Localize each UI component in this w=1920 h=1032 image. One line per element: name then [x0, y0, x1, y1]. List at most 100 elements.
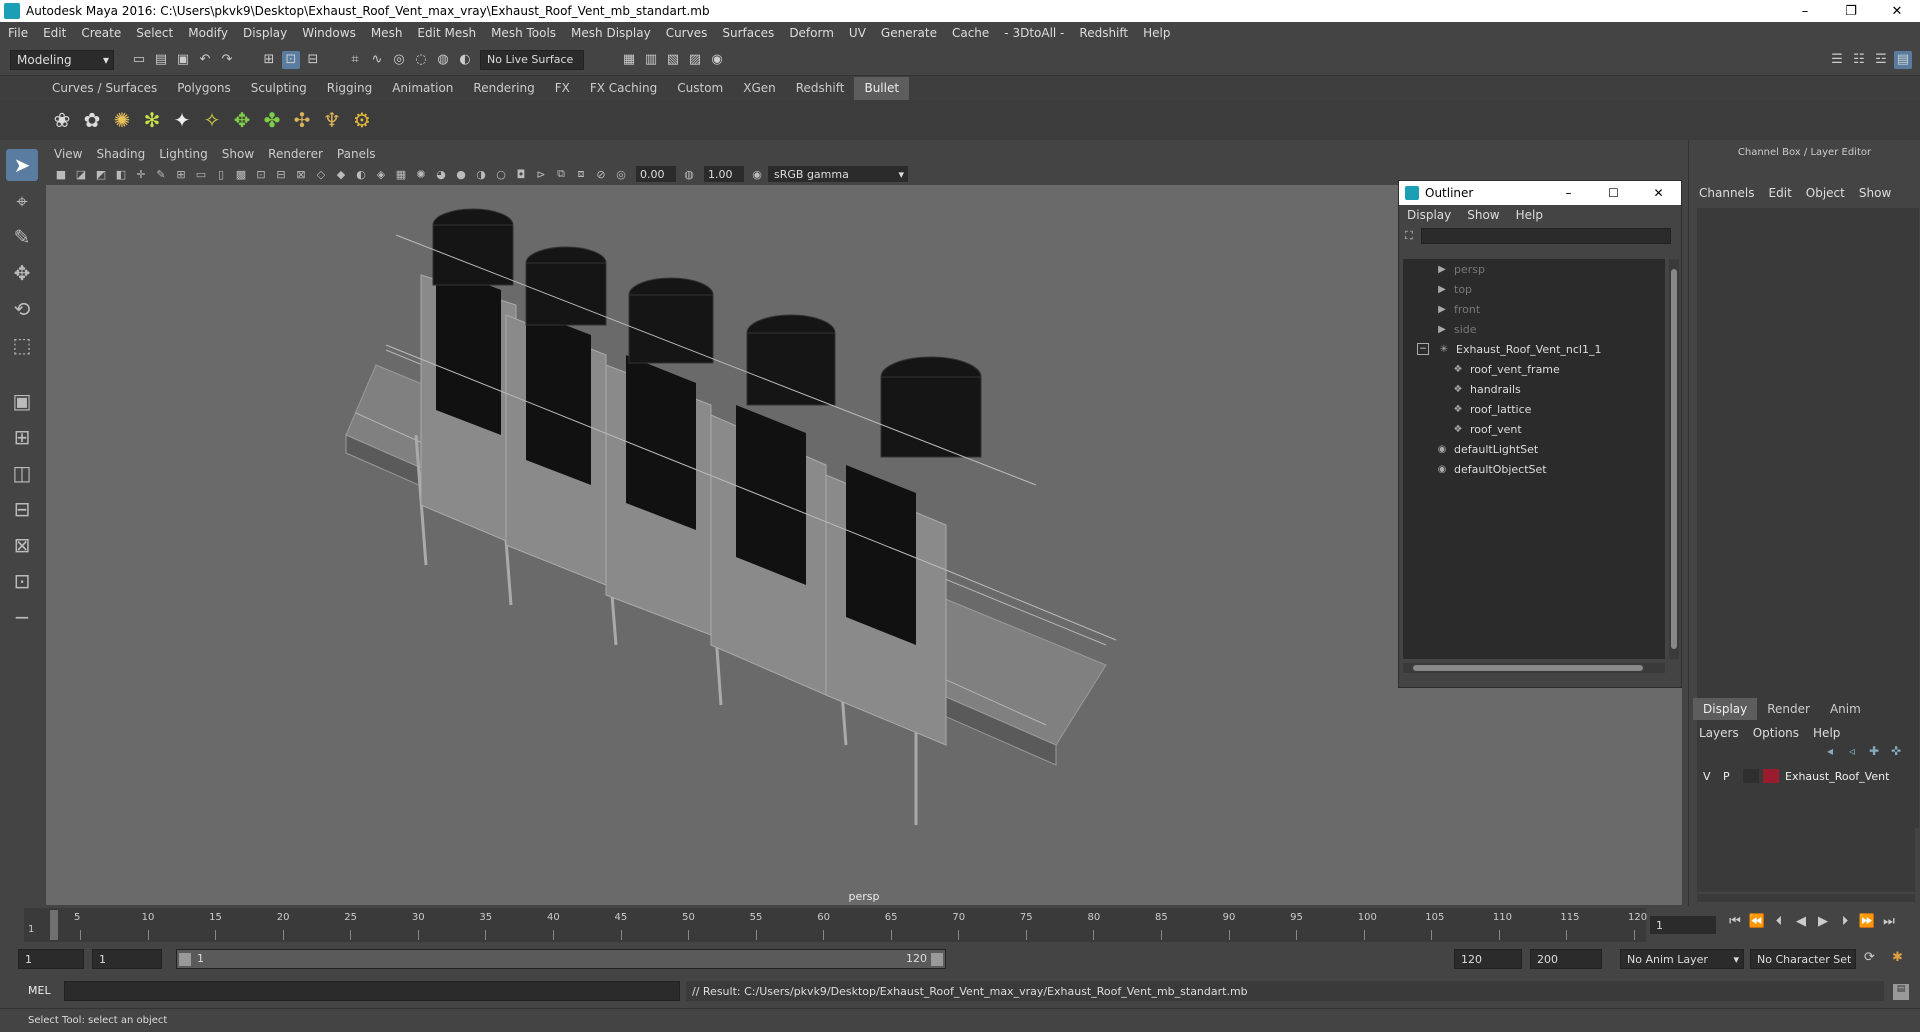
channel-menu-edit[interactable]: Edit [1769, 186, 1792, 200]
outliner-item[interactable]: ▶ top [1403, 279, 1665, 299]
bullet-solver-icon[interactable]: ⚙ [348, 106, 376, 134]
rotate-tool-icon[interactable]: ⟲ [6, 293, 38, 325]
auto-key-icon[interactable]: ⟳ [1864, 950, 1875, 965]
color-management-icon[interactable]: ◉ [748, 165, 766, 183]
play-forward-icon[interactable]: ▶ [1812, 914, 1834, 929]
menu-file[interactable]: File [8, 26, 28, 40]
snap-grid-icon[interactable]: ⌗ [346, 51, 364, 69]
layer-menu-help[interactable]: Help [1813, 726, 1840, 740]
restore-button[interactable]: ❐ [1828, 0, 1874, 22]
viewport-menu-lighting[interactable]: Lighting [159, 147, 208, 161]
viewport-menu-view[interactable]: View [54, 147, 82, 161]
scale-tool-icon[interactable]: ⬚ [6, 329, 38, 361]
viewport-menu-shading[interactable]: Shading [96, 147, 145, 161]
bullet-active-icon[interactable]: ✺ [108, 106, 136, 134]
menu-mesh[interactable]: Mesh [371, 26, 403, 40]
layer-menu-layers[interactable]: Layers [1699, 726, 1739, 740]
viewport-menu-panels[interactable]: Panels [337, 147, 376, 161]
menu-edit-mesh[interactable]: Edit Mesh [417, 26, 476, 40]
playback-start-field[interactable]: 1 [92, 949, 162, 969]
channel-box-toggle-icon[interactable]: ▤ [1894, 50, 1912, 69]
menu-surfaces[interactable]: Surfaces [722, 26, 774, 40]
grid-icon[interactable]: ⊞ [172, 165, 190, 183]
menu-mesh-display[interactable]: Mesh Display [571, 26, 651, 40]
bullet-skeleton-icon[interactable]: ♆ [318, 106, 346, 134]
select-hierarchy-icon[interactable]: ⊞ [260, 51, 278, 69]
step-back-frame-icon[interactable]: ⏴ [1768, 914, 1790, 929]
select-tool-icon[interactable]: ➤ [6, 149, 38, 181]
gate-mask-icon[interactable]: ▩ [232, 165, 250, 183]
modeling-toolkit-icon[interactable]: ☰ [1828, 51, 1846, 69]
render-settings-icon[interactable]: ▦ [620, 51, 638, 69]
shelf-tab-polygons[interactable]: Polygons [167, 77, 240, 100]
motion-blur-icon[interactable]: ◑ [472, 165, 490, 183]
outliner-item[interactable]: ❖ roof_lattice [1403, 399, 1665, 419]
render-frame-icon[interactable]: ▥ [642, 51, 660, 69]
view-transform-dropdown[interactable]: sRGB gamma ▾ [768, 166, 908, 182]
lasso-tool-icon[interactable]: ⌖ [6, 185, 38, 217]
go-to-start-icon[interactable]: ⏮ [1724, 914, 1746, 929]
menu-windows[interactable]: Windows [302, 26, 356, 40]
outliner-item[interactable]: ◉ defaultLightSet [1403, 439, 1665, 459]
persp-graph-layout-icon[interactable]: ⊟ [6, 493, 38, 525]
menu-3dtoall[interactable]: - 3DtoAll - [1004, 26, 1064, 40]
menu-deform[interactable]: Deform [789, 26, 834, 40]
shelf-tab-fx-caching[interactable]: FX Caching [580, 77, 667, 100]
filter-icon[interactable]: ⛶ [1405, 229, 1413, 243]
xray-icon[interactable]: ⧉ [552, 165, 570, 183]
anim-layer-dropdown[interactable]: No Anim Layer ▾ [1620, 949, 1744, 969]
move-layer-up-icon[interactable]: ◂ [1819, 744, 1841, 764]
outliner-horizontal-scrollbar[interactable] [1403, 663, 1665, 673]
move-layer-down-icon[interactable]: ◃ [1841, 744, 1863, 764]
save-scene-icon[interactable]: ▣ [174, 51, 192, 69]
new-scene-icon[interactable]: ▭ [130, 51, 148, 69]
wireframe-icon[interactable]: ◇ [312, 165, 330, 183]
script-editor-icon[interactable]: ▤ [1893, 984, 1909, 1000]
character-set-dropdown[interactable]: No Character Set [1750, 949, 1856, 969]
use-all-lights-icon[interactable]: ✺ [412, 165, 430, 183]
outliner-menu-help[interactable]: Help [1516, 208, 1543, 222]
gamma-field[interactable]: 1.00 [704, 166, 744, 182]
shelf-tab-redshift[interactable]: Redshift [786, 77, 855, 100]
menu-edit[interactable]: Edit [43, 26, 66, 40]
preferences-icon[interactable]: ✱ [1892, 950, 1903, 965]
layer-visibility-toggle[interactable]: V [1703, 770, 1723, 783]
camera-attributes-icon[interactable]: ◪ [72, 165, 90, 183]
tool-settings-icon[interactable]: ☲ [1872, 51, 1890, 69]
default-material-icon[interactable]: ◐ [352, 165, 370, 183]
outliner-item[interactable]: ▶ front [1403, 299, 1665, 319]
outliner-item[interactable]: ▶ persp [1403, 259, 1665, 279]
close-button[interactable]: ✕ [1874, 0, 1920, 22]
undo-icon[interactable]: ↶ [196, 51, 214, 69]
menu-help[interactable]: Help [1143, 26, 1170, 40]
step-back-key-icon[interactable]: ⏪ [1746, 914, 1768, 929]
outliner-minimize-button[interactable]: – [1546, 186, 1591, 200]
current-frame-field[interactable]: 1 [1650, 916, 1716, 934]
outliner-close-button[interactable]: ✕ [1636, 186, 1681, 200]
bullet-constraint-icon[interactable]: ✦ [168, 106, 196, 134]
isolate-select-icon[interactable]: ⊳ [532, 165, 550, 183]
new-layer-icon[interactable]: ✚ [1863, 744, 1885, 764]
current-time-marker[interactable] [50, 910, 58, 940]
outliner-item[interactable]: ❖ roof_vent_frame [1403, 359, 1665, 379]
outliner-menu-display[interactable]: Display [1407, 208, 1451, 222]
layer-tab-anim[interactable]: Anim [1820, 698, 1871, 720]
layer-row[interactable]: V P Exhaust_Roof_Vent [1697, 766, 1915, 786]
shelf-tab-fx[interactable]: FX [545, 77, 580, 100]
film-gate-icon[interactable]: ▭ [192, 165, 210, 183]
channel-menu-object[interactable]: Object [1806, 186, 1845, 200]
smooth-shade-icon[interactable]: ◆ [332, 165, 350, 183]
collapse-icon[interactable]: − [1417, 343, 1429, 355]
live-surface-field[interactable]: No Live Surface [480, 49, 584, 70]
open-scene-icon[interactable]: ▤ [152, 51, 170, 69]
snap-curve-icon[interactable]: ∿ [368, 51, 386, 69]
grease-pencil-icon[interactable]: ✎ [152, 165, 170, 183]
outliner-menu-show[interactable]: Show [1467, 208, 1499, 222]
make-live-icon[interactable]: ◐ [456, 51, 474, 69]
bullet-soft-body-icon[interactable]: ✻ [138, 106, 166, 134]
range-end-handle[interactable] [931, 953, 943, 966]
custom-layout-icon[interactable]: − [6, 601, 38, 633]
outliner-item[interactable]: ▶ side [1403, 319, 1665, 339]
bullet-hinge-icon[interactable]: ✧ [198, 106, 226, 134]
menu-generate[interactable]: Generate [881, 26, 937, 40]
